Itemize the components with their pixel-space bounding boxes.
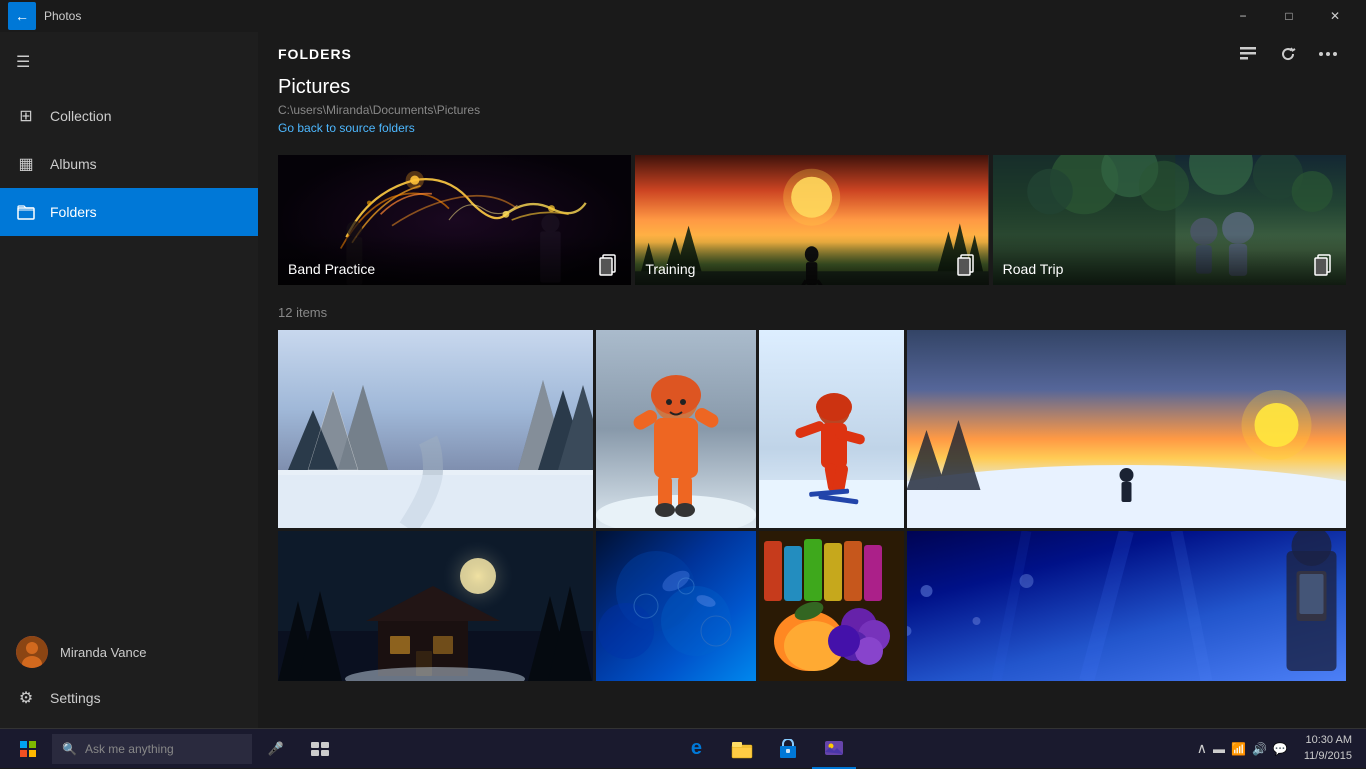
content-title: FOLDERS bbox=[278, 46, 352, 62]
pictures-section: Pictures C:\users\Miranda\Documents\Pict… bbox=[278, 76, 1346, 135]
section-path: C:\users\Miranda\Documents\Pictures bbox=[278, 103, 1346, 117]
taskbar-explorer[interactable] bbox=[720, 729, 764, 769]
minimize-icon: − bbox=[1239, 9, 1246, 23]
search-placeholder: Ask me anything bbox=[85, 742, 174, 756]
maximize-button[interactable]: □ bbox=[1266, 0, 1312, 32]
search-bar[interactable]: 🔍 Ask me anything bbox=[52, 734, 252, 764]
avatar bbox=[16, 636, 48, 668]
folder-grid: Band Practice bbox=[278, 155, 1346, 285]
search-icon: 🔍 bbox=[62, 742, 77, 756]
sidebar-item-albums[interactable]: ▦ Albums bbox=[0, 140, 258, 188]
photo-item-4[interactable] bbox=[907, 330, 1346, 528]
sidebar-item-label-collection: Collection bbox=[50, 108, 111, 124]
close-icon: ✕ bbox=[1330, 9, 1340, 23]
settings-label: Settings bbox=[50, 690, 101, 706]
battery-icon[interactable]: ▬ bbox=[1213, 742, 1225, 756]
folder-card-band-practice[interactable]: Band Practice bbox=[278, 155, 631, 285]
folder-card-icon-band-practice bbox=[597, 253, 621, 277]
sidebar-top: ☰ bbox=[0, 32, 258, 92]
albums-icon: ▦ bbox=[16, 154, 36, 174]
window-controls: − □ ✕ bbox=[1220, 0, 1358, 32]
task-view-button[interactable] bbox=[300, 729, 340, 769]
back-button[interactable]: ← bbox=[8, 2, 36, 30]
folder-name-band-practice: Band Practice bbox=[288, 261, 375, 277]
sidebar-item-label-folders: Folders bbox=[50, 204, 97, 220]
app-title: Photos bbox=[44, 9, 81, 23]
taskbar-left: 🔍 Ask me anything 🎤 bbox=[8, 729, 340, 769]
sidebar: ☰ ⊞ Collection ▦ Albums Fold bbox=[0, 32, 258, 728]
cortana-button[interactable]: 🎤 bbox=[256, 729, 296, 769]
collection-icon: ⊞ bbox=[16, 106, 36, 126]
content-body: Pictures C:\users\Miranda\Documents\Pict… bbox=[258, 76, 1366, 728]
photo-item-5[interactable] bbox=[278, 531, 593, 681]
photo-grid bbox=[278, 330, 1346, 681]
taskbar-right: ∧ ▬ 📶 🔊 💬 10:30 AM 11/9/2015 bbox=[1191, 733, 1358, 764]
title-bar: ← Photos − □ ✕ bbox=[0, 0, 1366, 32]
folders-icon bbox=[16, 202, 36, 222]
system-tray: ∧ ▬ 📶 🔊 💬 bbox=[1191, 740, 1294, 757]
photo-item-2[interactable] bbox=[596, 330, 756, 528]
content-area: FOLDERS bbox=[258, 32, 1366, 728]
folder-card-overlay: Band Practice bbox=[278, 235, 631, 285]
more-options-button[interactable] bbox=[1310, 36, 1346, 72]
items-count: 12 items bbox=[278, 305, 1346, 320]
folder-card-training[interactable]: Training bbox=[635, 155, 988, 285]
clock-date: 11/9/2015 bbox=[1304, 749, 1352, 764]
app-body: ☰ ⊞ Collection ▦ Albums Fold bbox=[0, 32, 1366, 728]
photo-item-1[interactable] bbox=[278, 330, 593, 528]
taskbar-edge[interactable]: e bbox=[674, 729, 718, 769]
photo-item-8[interactable] bbox=[907, 531, 1346, 681]
user-name: Miranda Vance bbox=[60, 645, 146, 660]
hamburger-button[interactable]: ☰ bbox=[0, 40, 258, 84]
sidebar-nav: ⊞ Collection ▦ Albums Folders bbox=[0, 92, 258, 620]
hamburger-icon: ☰ bbox=[16, 52, 30, 72]
tray-expand-icon[interactable]: ∧ bbox=[1197, 740, 1207, 757]
folder-name-training: Training bbox=[645, 261, 695, 277]
photo-item-6[interactable] bbox=[596, 531, 756, 681]
folder-card-road-trip[interactable]: Road Trip bbox=[993, 155, 1346, 285]
section-title: Pictures bbox=[278, 76, 1346, 99]
sidebar-bottom: Miranda Vance ⚙ Settings bbox=[0, 620, 258, 728]
header-actions bbox=[1230, 36, 1346, 72]
taskbar-photos[interactable] bbox=[812, 729, 856, 769]
folder-name-road-trip: Road Trip bbox=[1003, 261, 1064, 277]
folder-card-overlay-road-trip: Road Trip bbox=[993, 235, 1346, 285]
content-header: FOLDERS bbox=[258, 32, 1366, 76]
system-clock[interactable]: 10:30 AM 11/9/2015 bbox=[1298, 733, 1358, 764]
back-icon: ← bbox=[15, 8, 29, 24]
wifi-icon[interactable]: 📶 bbox=[1231, 742, 1246, 756]
maximize-icon: □ bbox=[1285, 9, 1292, 23]
start-button[interactable] bbox=[8, 729, 48, 769]
taskbar-store[interactable] bbox=[766, 729, 810, 769]
photo-item-7[interactable] bbox=[759, 531, 904, 681]
view-toggle-button[interactable] bbox=[1230, 36, 1266, 72]
sidebar-item-label-albums: Albums bbox=[50, 156, 97, 172]
message-icon[interactable]: 💬 bbox=[1273, 742, 1288, 756]
settings-icon: ⚙ bbox=[16, 688, 36, 708]
taskbar: 🔍 Ask me anything 🎤 e bbox=[0, 728, 1366, 768]
folder-card-icon-training bbox=[955, 253, 979, 277]
photo-item-3[interactable] bbox=[759, 330, 904, 528]
volume-icon[interactable]: 🔊 bbox=[1252, 742, 1267, 756]
taskbar-apps: e bbox=[674, 729, 856, 769]
sidebar-item-folders[interactable]: Folders bbox=[0, 188, 258, 236]
user-profile[interactable]: Miranda Vance bbox=[0, 628, 258, 676]
settings-item[interactable]: ⚙ Settings bbox=[0, 676, 258, 720]
refresh-button[interactable] bbox=[1270, 36, 1306, 72]
title-bar-left: ← Photos bbox=[8, 2, 81, 30]
close-button[interactable]: ✕ bbox=[1312, 0, 1358, 32]
folder-card-overlay-training: Training bbox=[635, 235, 988, 285]
clock-time: 10:30 AM bbox=[1304, 733, 1352, 748]
folder-card-icon-road-trip bbox=[1312, 253, 1336, 277]
source-folders-link[interactable]: Go back to source folders bbox=[278, 121, 1346, 135]
minimize-button[interactable]: − bbox=[1220, 0, 1266, 32]
sidebar-item-collection[interactable]: ⊞ Collection bbox=[0, 92, 258, 140]
